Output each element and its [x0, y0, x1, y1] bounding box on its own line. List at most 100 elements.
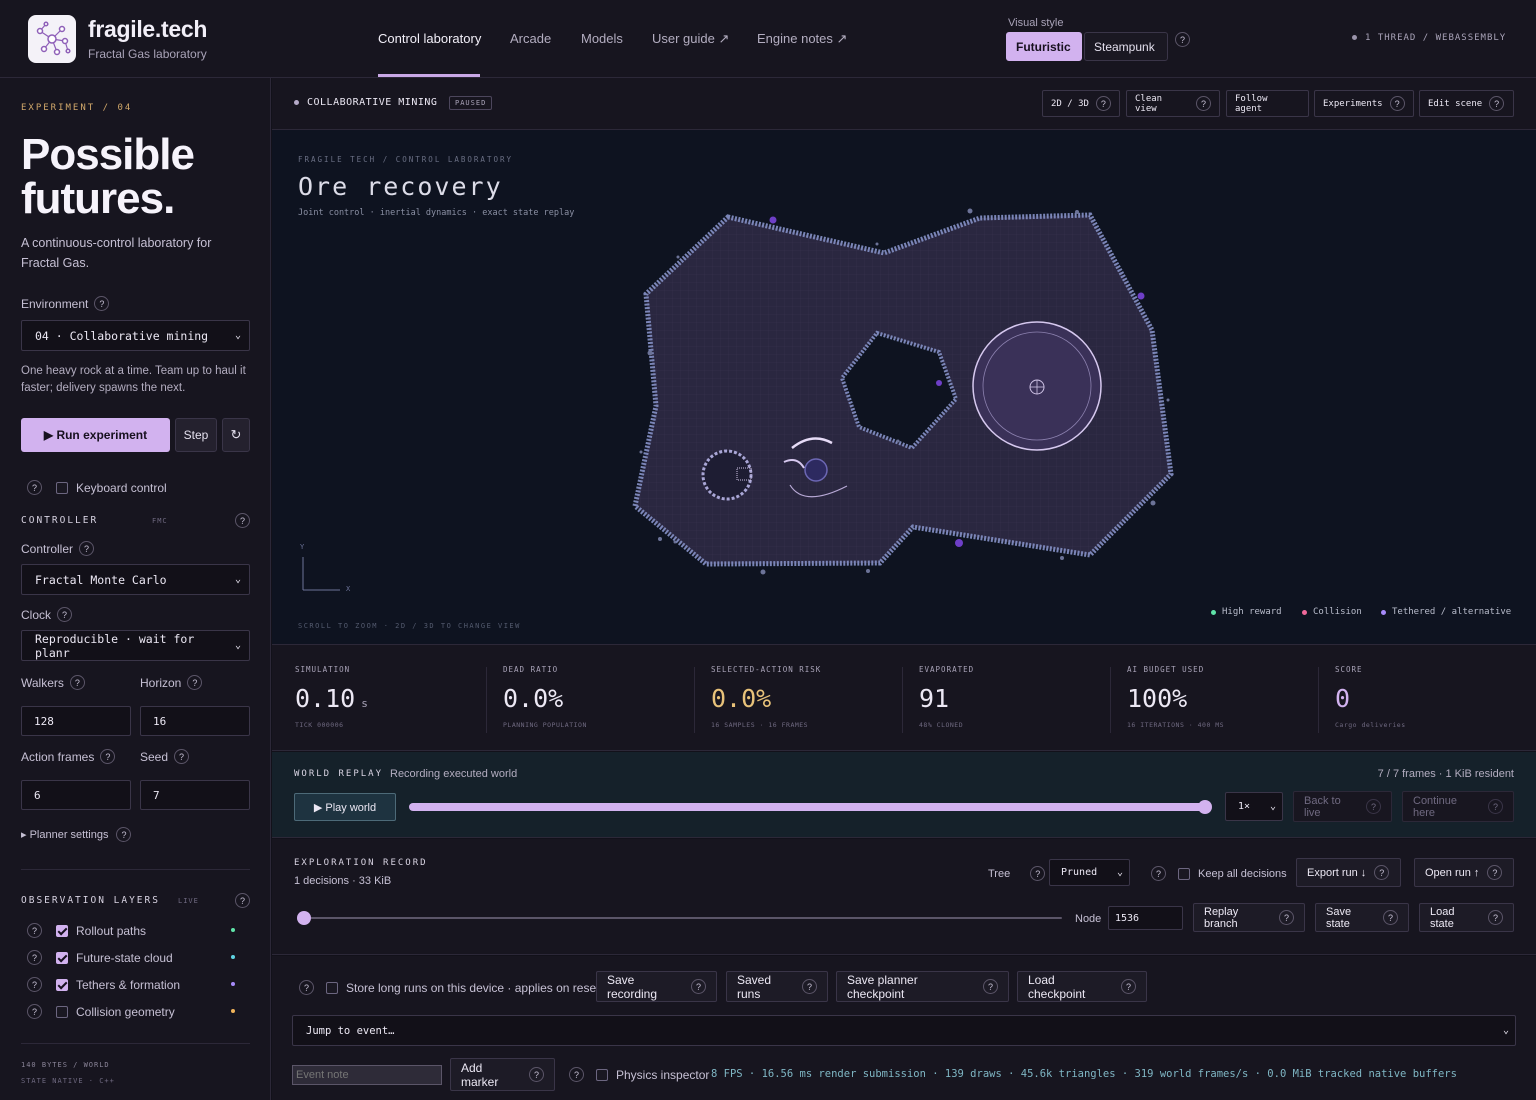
help-icon[interactable]: ? — [187, 675, 203, 690]
tree-label: Tree — [988, 867, 1011, 880]
style-steampunk-button[interactable]: Steampunk — [1084, 32, 1168, 61]
speed-select[interactable]: 1× ⌄ — [1225, 792, 1283, 821]
help-icon[interactable]: ? — [27, 923, 42, 938]
physics-inspector-checkbox[interactable] — [596, 1068, 608, 1081]
continue-here-button[interactable]: Continue here? — [1402, 791, 1514, 822]
stat-ai-budget: AI BUDGET USED 100% 16 ITERATIONS · 400 … — [1127, 665, 1327, 729]
experiments-button[interactable]: Experiments? — [1314, 90, 1414, 117]
help-icon[interactable]: ? — [1374, 865, 1390, 880]
open-run-button[interactable]: Open run ↑? — [1414, 858, 1514, 887]
planner-settings-toggle[interactable]: ▸ Planner settings? — [21, 827, 132, 842]
keyboard-control-checkbox[interactable] — [56, 481, 68, 494]
help-icon[interactable]: ? — [27, 1004, 42, 1019]
horizon-input[interactable]: 16 — [140, 706, 250, 736]
layer-tethers-formation[interactable]: ? Tethers & formation — [27, 977, 256, 992]
edit-scene-button[interactable]: Edit scene? — [1419, 90, 1514, 117]
help-icon[interactable]: ? — [174, 749, 190, 764]
help-icon[interactable]: ? — [299, 980, 314, 995]
add-marker-button[interactable]: Add marker? — [450, 1058, 555, 1091]
style-futuristic-button[interactable]: Futuristic — [1006, 32, 1082, 61]
load-state-button[interactable]: Load state? — [1419, 903, 1514, 932]
layer-collision-geometry[interactable]: ? Collision geometry — [27, 1004, 256, 1019]
help-icon[interactable]: ? — [569, 1067, 584, 1082]
step-button[interactable]: Step — [175, 418, 217, 452]
physics-inspector-row[interactable]: ? Physics inspector — [569, 1067, 709, 1082]
nav-control-laboratory[interactable]: Control laboratory — [378, 31, 481, 46]
help-icon[interactable]: ? — [1383, 910, 1398, 925]
help-icon[interactable]: ? — [1487, 865, 1503, 880]
help-icon[interactable]: ? — [1196, 96, 1211, 111]
back-to-live-button[interactable]: Back to live? — [1293, 791, 1392, 822]
clock-select[interactable]: Reproducible · wait for planr ⌄ — [21, 630, 250, 661]
clean-view-button[interactable]: Clean view? — [1126, 90, 1220, 117]
help-icon[interactable]: ? — [235, 513, 250, 528]
logo-icon[interactable] — [28, 15, 76, 63]
help-icon[interactable]: ? — [1489, 96, 1505, 111]
tree-select[interactable]: Pruned ⌄ — [1049, 859, 1130, 886]
help-icon[interactable]: ? — [1279, 910, 1294, 925]
controller-select[interactable]: Fractal Monte Carlo ⌄ — [21, 564, 250, 595]
help-icon[interactable]: ? — [116, 827, 132, 842]
export-run-button[interactable]: Export run ↓? — [1296, 858, 1401, 887]
saved-runs-button[interactable]: Saved runs? — [726, 971, 828, 1002]
help-icon[interactable]: ? — [27, 950, 42, 965]
layer-checkbox[interactable] — [56, 1005, 68, 1018]
help-icon[interactable]: ? — [1151, 866, 1166, 881]
help-icon[interactable]: ? — [57, 607, 73, 622]
help-icon[interactable]: ? — [1121, 979, 1136, 994]
help-icon[interactable]: ? — [983, 979, 998, 994]
replay-branch-button[interactable]: Replay branch? — [1193, 903, 1305, 932]
help-icon[interactable]: ? — [235, 893, 250, 908]
help-icon[interactable]: ? — [69, 675, 85, 690]
nav-user-guide[interactable]: User guide ↗ — [652, 31, 729, 47]
toggle-2d-3d-button[interactable]: 2D / 3D? — [1042, 90, 1120, 117]
nav-models[interactable]: Models — [581, 31, 623, 46]
node-track[interactable] — [302, 917, 1062, 919]
help-icon[interactable]: ? — [27, 480, 42, 495]
layer-rollout-paths[interactable]: ? Rollout paths — [27, 923, 256, 938]
nav-engine-notes[interactable]: Engine notes ↗ — [757, 31, 847, 47]
help-icon[interactable]: ? — [100, 749, 116, 764]
save-recording-button[interactable]: Save recording? — [596, 971, 717, 1002]
jump-to-event-select[interactable]: Jump to event… ⌄ — [292, 1015, 1516, 1046]
layer-checkbox[interactable] — [56, 978, 68, 991]
help-icon[interactable]: ? — [1175, 32, 1190, 47]
node-input[interactable]: 1536 — [1108, 906, 1183, 930]
keep-decisions-checkbox[interactable] — [1178, 867, 1190, 880]
replay-slider-thumb[interactable] — [1198, 800, 1212, 814]
action-frames-input[interactable]: 6 — [21, 780, 131, 810]
help-icon[interactable]: ? — [79, 541, 95, 556]
layer-future-state-cloud[interactable]: ? Future-state cloud — [27, 950, 256, 965]
follow-agent-button[interactable]: Follow agent — [1226, 90, 1309, 117]
layer-checkbox[interactable] — [56, 924, 68, 937]
help-icon[interactable]: ? — [1389, 96, 1405, 111]
event-note-input[interactable] — [292, 1065, 442, 1085]
save-state-button[interactable]: Save state? — [1315, 903, 1409, 932]
help-icon[interactable]: ? — [529, 1067, 544, 1082]
seed-input[interactable]: 7 — [140, 780, 250, 810]
walkers-input[interactable]: 128 — [21, 706, 131, 736]
help-icon[interactable]: ? — [1488, 799, 1503, 814]
layer-checkbox[interactable] — [56, 951, 68, 964]
help-icon[interactable]: ? — [1488, 910, 1503, 925]
play-world-button[interactable]: ▶ Play world — [294, 793, 396, 821]
store-runs-label: Store long runs on this device · applies… — [346, 980, 600, 995]
help-icon[interactable]: ? — [1095, 96, 1111, 111]
nav-arcade[interactable]: Arcade — [510, 31, 551, 46]
reset-icon[interactable]: ↻ — [222, 418, 250, 452]
simulation-canvas[interactable]: FRAGILE TECH / CONTROL LABORATORY Ore re… — [272, 130, 1536, 644]
help-icon[interactable]: ? — [1366, 799, 1381, 814]
store-runs-row[interactable]: ? Store long runs on this device · applie… — [299, 980, 599, 995]
help-icon[interactable]: ? — [802, 979, 817, 994]
help-icon[interactable]: ? — [691, 979, 706, 994]
load-checkpoint-button[interactable]: Load checkpoint? — [1017, 971, 1147, 1002]
help-icon[interactable]: ? — [94, 296, 110, 311]
save-checkpoint-button[interactable]: Save planner checkpoint? — [836, 971, 1009, 1002]
keep-decisions-row[interactable]: ? Keep all decisions — [1151, 866, 1287, 881]
node-slider-thumb[interactable] — [297, 911, 311, 925]
store-runs-checkbox[interactable] — [326, 981, 338, 994]
run-experiment-button[interactable]: ▶ Run experiment — [21, 418, 170, 452]
environment-select[interactable]: 04 · Collaborative mining ⌄ — [21, 320, 250, 351]
help-icon[interactable]: ? — [27, 977, 42, 992]
help-icon[interactable]: ? — [1030, 866, 1046, 881]
